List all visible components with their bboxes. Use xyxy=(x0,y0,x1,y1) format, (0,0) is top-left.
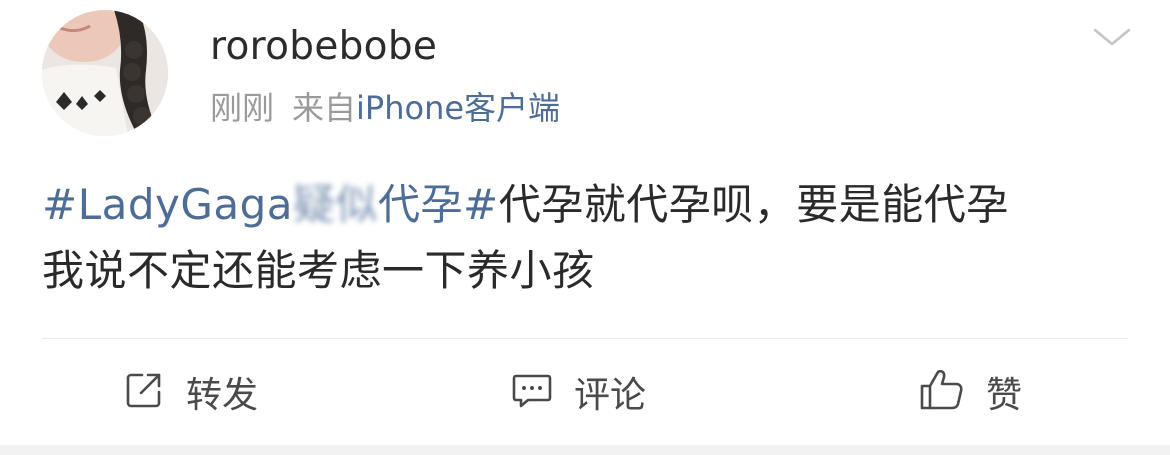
like-button[interactable]: 赞 xyxy=(918,362,1022,422)
card-separator xyxy=(0,445,1170,455)
username[interactable]: rorobebobe xyxy=(210,24,437,70)
actions-divider xyxy=(42,338,1128,339)
comment-button[interactable]: 评论 xyxy=(510,362,646,422)
post-text-line2: 我说不定还能考虑一下养小孩 xyxy=(42,246,595,295)
post-content: #LadyGaga疑似代孕#代孕就代孕呗，要是能代孕 我说不定还能考虑一下养小孩 xyxy=(42,172,1122,304)
repost-label: 转发 xyxy=(186,375,259,416)
topic-text-end: 代孕# xyxy=(378,180,499,229)
like-label: 赞 xyxy=(986,375,1023,416)
comment-icon xyxy=(510,368,554,416)
avatar[interactable] xyxy=(42,10,168,136)
repost-button[interactable]: 转发 xyxy=(122,362,258,422)
topic-text-blurred: 疑似 xyxy=(293,180,379,229)
post-source-client[interactable]: iPhone客户端 xyxy=(356,89,560,127)
thumbs-up-icon xyxy=(918,366,966,418)
avatar-photo xyxy=(42,10,168,136)
post-time: 刚刚 xyxy=(210,89,275,127)
post-text-line1: 代孕就代孕呗，要是能代孕 xyxy=(498,180,1009,229)
topic-link[interactable]: #LadyGaga疑似代孕# xyxy=(42,180,499,229)
post-source-prefix: 来自 xyxy=(292,89,357,127)
weibo-post-card: rorobebobe 刚刚 来自iPhone客户端 #LadyGaga疑似代孕#代… xyxy=(0,0,1170,445)
post-meta: 刚刚 来自iPhone客户端 xyxy=(210,88,560,128)
topic-text-start: #LadyGaga xyxy=(42,180,294,229)
comment-label: 评论 xyxy=(574,375,647,416)
repost-icon xyxy=(122,368,166,416)
more-options-chevron-down-icon[interactable] xyxy=(1092,22,1132,52)
